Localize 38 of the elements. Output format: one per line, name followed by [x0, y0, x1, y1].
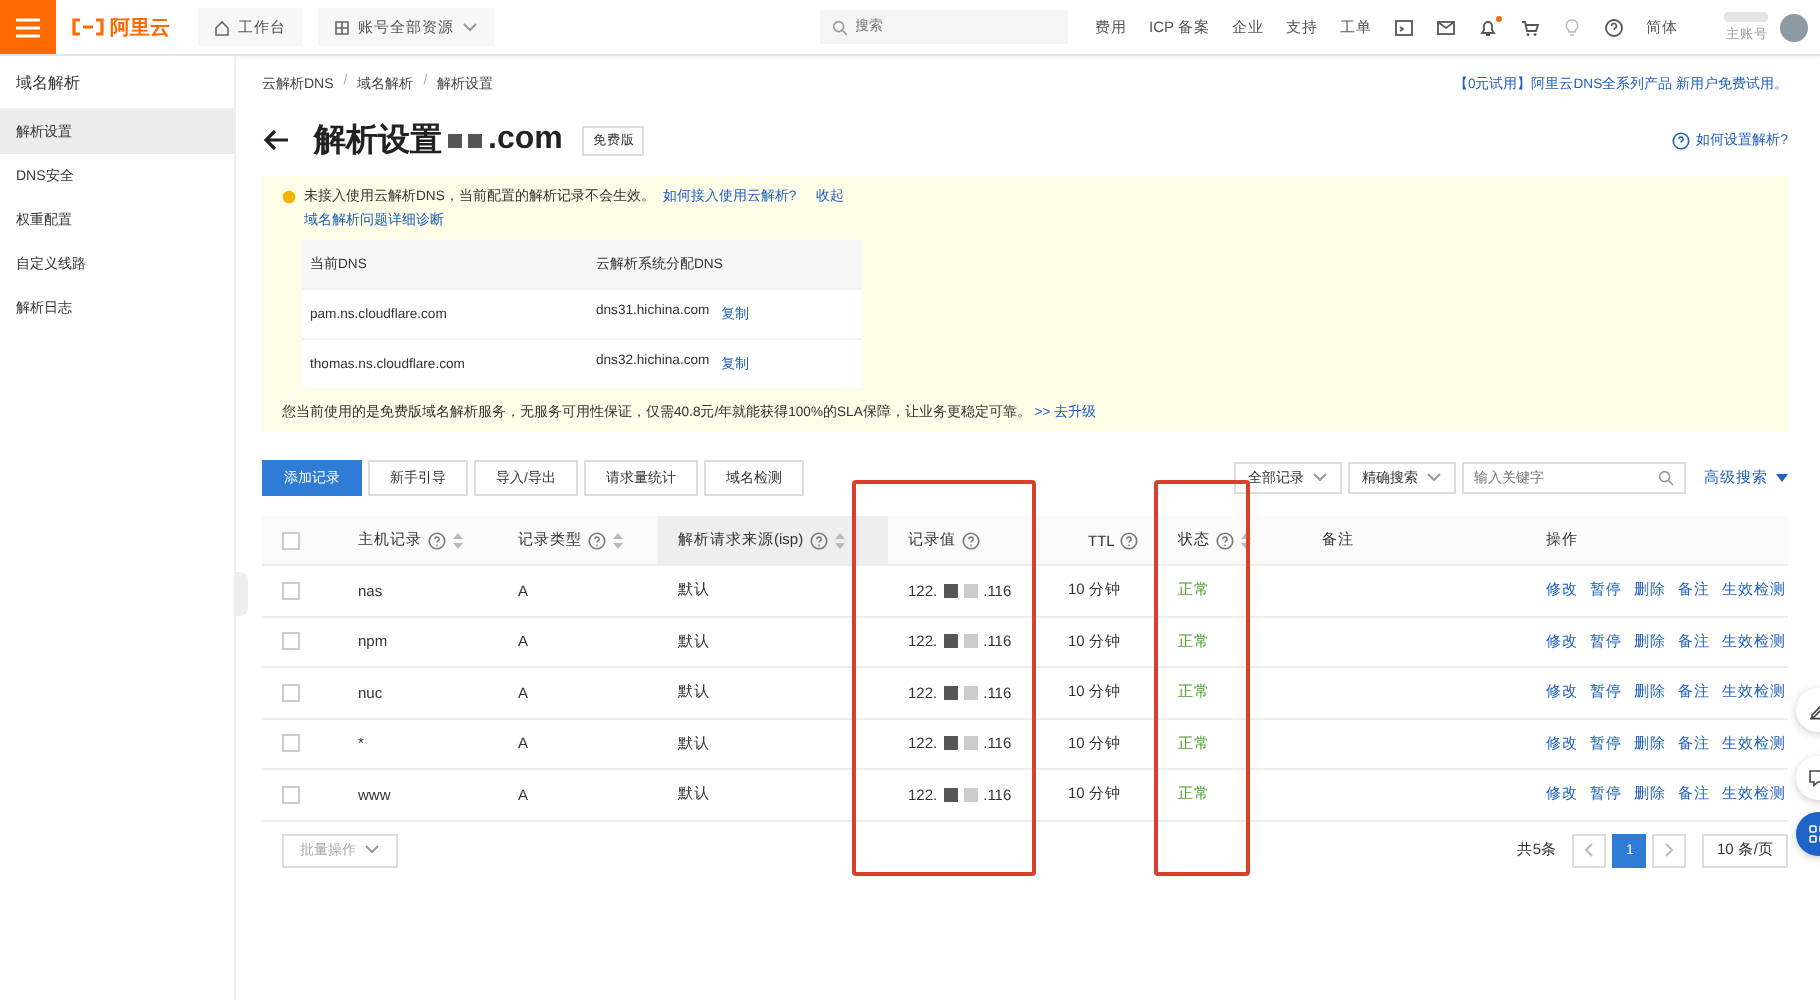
console-icon[interactable]: [1394, 17, 1414, 37]
help-icon: [1672, 131, 1691, 149]
redaction-mark: [1724, 11, 1768, 21]
sort-icon[interactable]: [1240, 531, 1252, 549]
next-page-button[interactable]: [1652, 833, 1687, 867]
caret-icon: [462, 21, 478, 33]
avatar[interactable]: [1780, 13, 1808, 41]
previous-page-button[interactable]: [1572, 833, 1607, 867]
search-icon: [1658, 470, 1674, 486]
warning-icon: [282, 189, 296, 203]
back-arrow-icon[interactable]: [262, 128, 290, 152]
grid-icon: [334, 19, 350, 35]
sort-icon[interactable]: [612, 531, 624, 549]
search-icon: [831, 19, 848, 35]
menu-icon: [16, 17, 40, 37]
chevron-left-icon: [1584, 842, 1595, 858]
mail-icon[interactable]: [1436, 17, 1456, 37]
domain-name: .com: [488, 122, 563, 158]
logo-icon: [72, 18, 104, 36]
checkbox[interactable]: [282, 531, 300, 549]
home-icon: [214, 19, 230, 35]
checkbox[interactable]: [282, 632, 300, 651]
checkbox[interactable]: [282, 683, 300, 702]
page-title: 解析设置: [314, 121, 442, 161]
menu-button[interactable]: [0, 0, 56, 54]
checkbox[interactable]: [282, 734, 300, 753]
checkbox[interactable]: [282, 785, 300, 804]
sort-icon[interactable]: [452, 531, 464, 549]
caret-icon: [1426, 472, 1442, 484]
checkbox[interactable]: [282, 581, 300, 600]
bell-icon[interactable]: [1478, 17, 1498, 37]
cart-icon[interactable]: [1520, 17, 1540, 37]
lightbulb-icon[interactable]: [1562, 17, 1582, 37]
chevron-right-icon: [1664, 842, 1675, 858]
caret-icon: [364, 844, 380, 856]
caret-icon: [1776, 474, 1788, 482]
help-icon[interactable]: [1604, 17, 1624, 37]
caret-icon: [1312, 472, 1328, 484]
